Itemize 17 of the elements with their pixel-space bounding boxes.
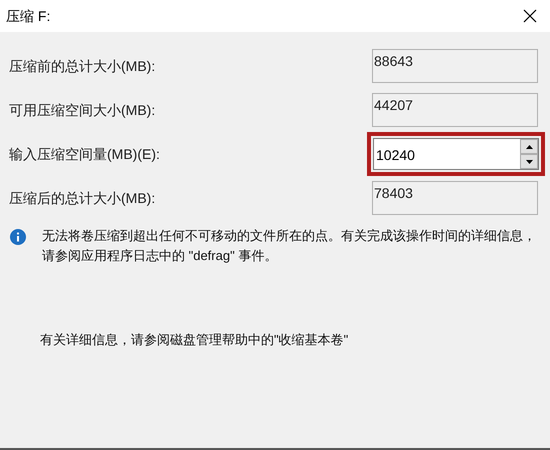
up-arrow-icon: [526, 144, 532, 148]
readonly-field: 78403: [372, 181, 538, 215]
help-note: 有关详细信息，请参阅磁盘管理帮助中的"收缩基本卷": [39, 331, 350, 349]
down-arrow-icon: [526, 160, 532, 164]
field-label: 输入压缩空间量(MB)(E):: [8, 144, 160, 164]
field-label: 压缩前的总计大小(MB):: [8, 56, 156, 76]
window-title: 压缩 F:: [6, 6, 50, 26]
info-message: 无法将卷压缩到超出任何不可移动的文件所在的点。有关完成该操作时间的详细信息，请参阅应用程序日志中的 "defrag" 事件。: [42, 227, 536, 265]
close-icon: [523, 9, 537, 23]
readonly-field: 44207: [372, 93, 538, 127]
size-input[interactable]: 10240: [373, 138, 539, 170]
field-label: 压缩后的总计大小(MB):: [8, 188, 156, 208]
spin-up-button[interactable]: [520, 139, 538, 154]
field-label: 可用压缩空间大小(MB):: [8, 100, 156, 120]
spin-down-button[interactable]: [520, 154, 538, 169]
readonly-field: 88643: [372, 49, 538, 83]
info-icon: [10, 229, 26, 245]
